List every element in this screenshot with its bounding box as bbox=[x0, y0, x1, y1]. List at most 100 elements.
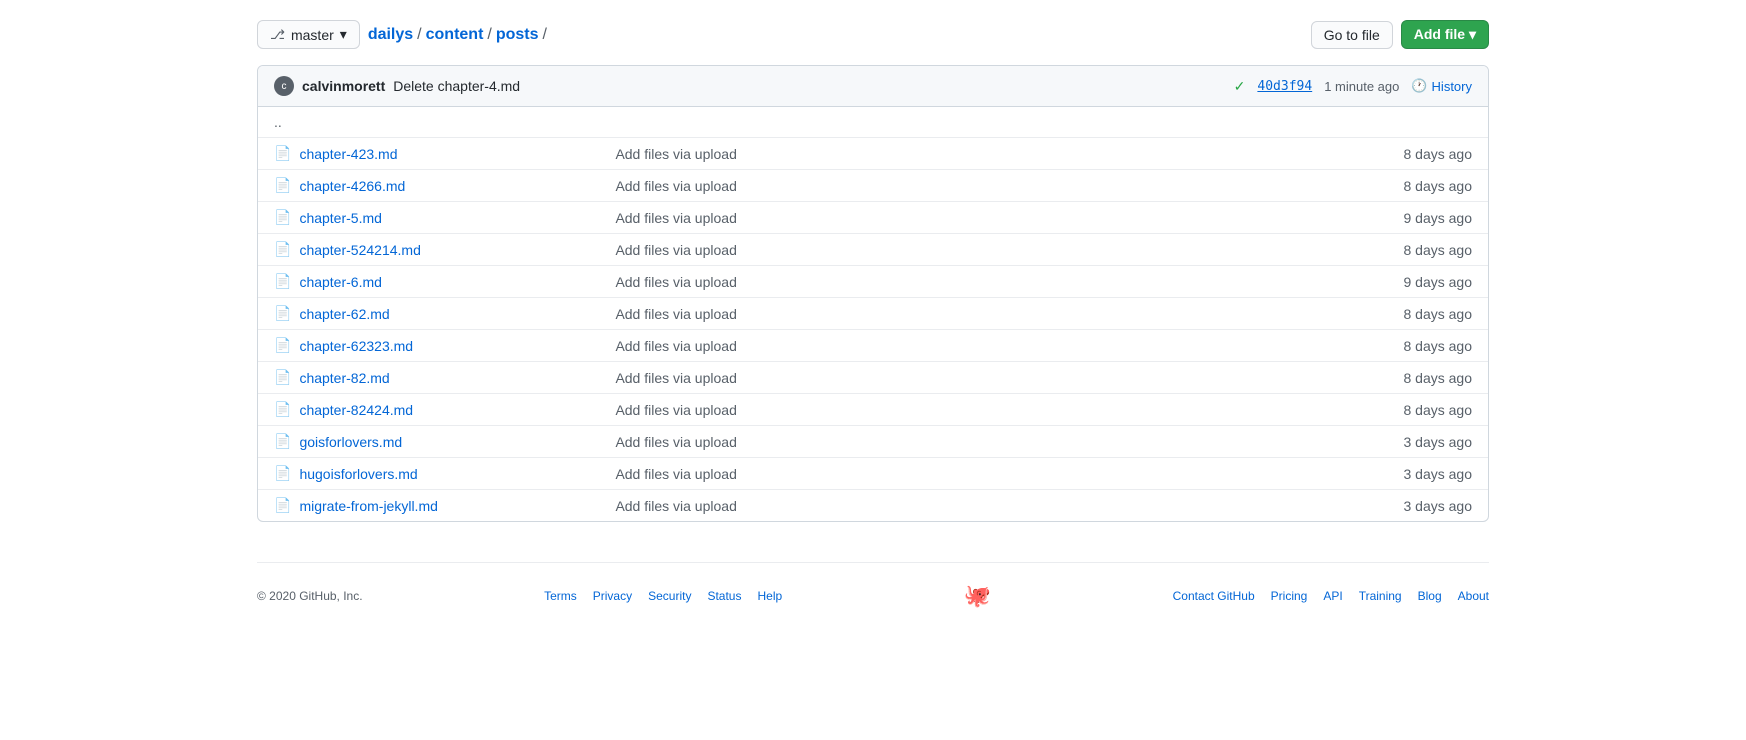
file-name[interactable]: chapter-5.md bbox=[299, 210, 599, 226]
file-name[interactable]: chapter-423.md bbox=[299, 146, 599, 162]
toolbar: ⎇ master ▾ dailys / content / posts / Go… bbox=[257, 20, 1489, 49]
file-name[interactable]: chapter-82424.md bbox=[299, 402, 599, 418]
footer-right-link[interactable]: Training bbox=[1359, 589, 1402, 603]
clock-icon: 🕐 bbox=[1411, 78, 1427, 94]
table-row: 📄 chapter-62.md Add files via upload 8 d… bbox=[258, 298, 1488, 330]
file-commit-message: Add files via upload bbox=[599, 434, 1403, 450]
parent-dir-row: .. bbox=[258, 107, 1488, 138]
file-icon: 📄 bbox=[274, 305, 291, 322]
table-row: 📄 chapter-6.md Add files via upload 9 da… bbox=[258, 266, 1488, 298]
breadcrumb: dailys / content / posts / bbox=[368, 26, 547, 44]
file-time: 8 days ago bbox=[1404, 402, 1473, 418]
footer-right-link[interactable]: Contact GitHub bbox=[1173, 589, 1255, 603]
commit-header: c calvinmorett Delete chapter-4.md ✓ 40d… bbox=[258, 66, 1488, 107]
commit-info-left: c calvinmorett Delete chapter-4.md bbox=[274, 76, 520, 96]
file-time: 8 days ago bbox=[1404, 338, 1473, 354]
breadcrumb-posts[interactable]: posts bbox=[496, 26, 539, 44]
footer-right-link[interactable]: API bbox=[1323, 589, 1342, 603]
github-logo: 🐙 bbox=[964, 583, 991, 609]
footer-link[interactable]: Terms bbox=[544, 589, 577, 603]
file-time: 3 days ago bbox=[1404, 498, 1473, 514]
table-row: 📄 chapter-5.md Add files via upload 9 da… bbox=[258, 202, 1488, 234]
file-name[interactable]: chapter-62323.md bbox=[299, 338, 599, 354]
commit-message: Delete chapter-4.md bbox=[393, 78, 520, 94]
file-commit-message: Add files via upload bbox=[599, 498, 1403, 514]
avatar: c bbox=[274, 76, 294, 96]
file-name[interactable]: chapter-524214.md bbox=[299, 242, 599, 258]
footer-left: © 2020 GitHub, Inc. bbox=[257, 589, 363, 603]
file-rows-container: 📄 chapter-423.md Add files via upload 8 … bbox=[258, 138, 1488, 521]
file-commit-message: Add files via upload bbox=[599, 466, 1403, 482]
file-commit-message: Add files via upload bbox=[599, 146, 1403, 162]
table-row: 📄 chapter-82.md Add files via upload 8 d… bbox=[258, 362, 1488, 394]
file-name[interactable]: chapter-62.md bbox=[299, 306, 599, 322]
footer: © 2020 GitHub, Inc. Terms Privacy Security… bbox=[257, 562, 1489, 629]
file-commit-message: Add files via upload bbox=[599, 370, 1403, 386]
parent-dir-label: .. bbox=[274, 114, 282, 130]
commit-info-right: ✓ 40d3f94 1 minute ago 🕐 History bbox=[1234, 78, 1472, 95]
table-row: 📄 chapter-423.md Add files via upload 8 … bbox=[258, 138, 1488, 170]
file-table: c calvinmorett Delete chapter-4.md ✓ 40d… bbox=[257, 65, 1489, 522]
footer-link[interactable]: Help bbox=[757, 589, 782, 603]
file-icon: 📄 bbox=[274, 433, 291, 450]
toolbar-right: Go to file Add file ▾ bbox=[1311, 20, 1489, 49]
add-file-button[interactable]: Add file ▾ bbox=[1401, 20, 1489, 49]
file-name[interactable]: migrate-from-jekyll.md bbox=[299, 498, 599, 514]
table-row: 📄 migrate-from-jekyll.md Add files via u… bbox=[258, 490, 1488, 521]
table-row: 📄 chapter-62323.md Add files via upload … bbox=[258, 330, 1488, 362]
file-icon: 📄 bbox=[274, 177, 291, 194]
footer-link[interactable]: Status bbox=[707, 589, 741, 603]
go-to-file-button[interactable]: Go to file bbox=[1311, 21, 1393, 49]
file-name[interactable]: chapter-4266.md bbox=[299, 178, 599, 194]
branch-icon: ⎇ bbox=[270, 27, 285, 43]
branch-selector[interactable]: ⎇ master ▾ bbox=[257, 20, 360, 49]
breadcrumb-sep-3: / bbox=[543, 26, 547, 44]
file-commit-message: Add files via upload bbox=[599, 274, 1403, 290]
footer-link[interactable]: Privacy bbox=[593, 589, 632, 603]
file-time: 8 days ago bbox=[1404, 242, 1473, 258]
file-name[interactable]: chapter-6.md bbox=[299, 274, 599, 290]
footer-right-link[interactable]: Blog bbox=[1418, 589, 1442, 603]
table-row: 📄 goisforlovers.md Add files via upload … bbox=[258, 426, 1488, 458]
footer-right-link[interactable]: About bbox=[1458, 589, 1489, 603]
file-time: 9 days ago bbox=[1404, 274, 1473, 290]
commit-time: 1 minute ago bbox=[1324, 79, 1399, 94]
footer-right-links: Contact GitHub Pricing API Training Blog Abou… bbox=[1173, 589, 1489, 603]
file-commit-message: Add files via upload bbox=[599, 210, 1403, 226]
file-icon: 📄 bbox=[274, 497, 291, 514]
history-label: History bbox=[1432, 79, 1472, 94]
file-name[interactable]: goisforlovers.md bbox=[299, 434, 599, 450]
footer-right-link[interactable]: Pricing bbox=[1271, 589, 1308, 603]
file-icon: 📄 bbox=[274, 337, 291, 354]
file-time: 3 days ago bbox=[1404, 434, 1473, 450]
table-row: 📄 hugoisforlovers.md Add files via uploa… bbox=[258, 458, 1488, 490]
file-time: 8 days ago bbox=[1404, 370, 1473, 386]
file-time: 3 days ago bbox=[1404, 466, 1473, 482]
table-row: 📄 chapter-524214.md Add files via upload… bbox=[258, 234, 1488, 266]
breadcrumb-sep-1: / bbox=[417, 26, 421, 44]
file-name[interactable]: hugoisforlovers.md bbox=[299, 466, 599, 482]
history-button[interactable]: 🕐 History bbox=[1411, 78, 1472, 94]
file-commit-message: Add files via upload bbox=[599, 338, 1403, 354]
copyright: © 2020 GitHub, Inc. bbox=[257, 589, 363, 603]
check-icon: ✓ bbox=[1234, 78, 1246, 95]
file-icon: 📄 bbox=[274, 273, 291, 290]
file-time: 9 days ago bbox=[1404, 210, 1473, 226]
breadcrumb-dailys[interactable]: dailys bbox=[368, 26, 413, 44]
file-time: 8 days ago bbox=[1404, 306, 1473, 322]
file-icon: 📄 bbox=[274, 209, 291, 226]
file-name[interactable]: chapter-82.md bbox=[299, 370, 599, 386]
breadcrumb-content[interactable]: content bbox=[426, 26, 484, 44]
chevron-down-icon: ▾ bbox=[340, 26, 347, 43]
footer-link[interactable]: Security bbox=[648, 589, 691, 603]
file-commit-message: Add files via upload bbox=[599, 242, 1403, 258]
footer-links: Terms Privacy Security Status Help bbox=[544, 589, 782, 603]
file-commit-message: Add files via upload bbox=[599, 306, 1403, 322]
file-icon: 📄 bbox=[274, 401, 291, 418]
file-commit-message: Add files via upload bbox=[599, 178, 1403, 194]
branch-label: master bbox=[291, 27, 334, 43]
commit-hash[interactable]: 40d3f94 bbox=[1257, 79, 1312, 94]
toolbar-left: ⎇ master ▾ dailys / content / posts / bbox=[257, 20, 547, 49]
commit-author[interactable]: calvinmorett bbox=[302, 78, 385, 94]
file-icon: 📄 bbox=[274, 241, 291, 258]
